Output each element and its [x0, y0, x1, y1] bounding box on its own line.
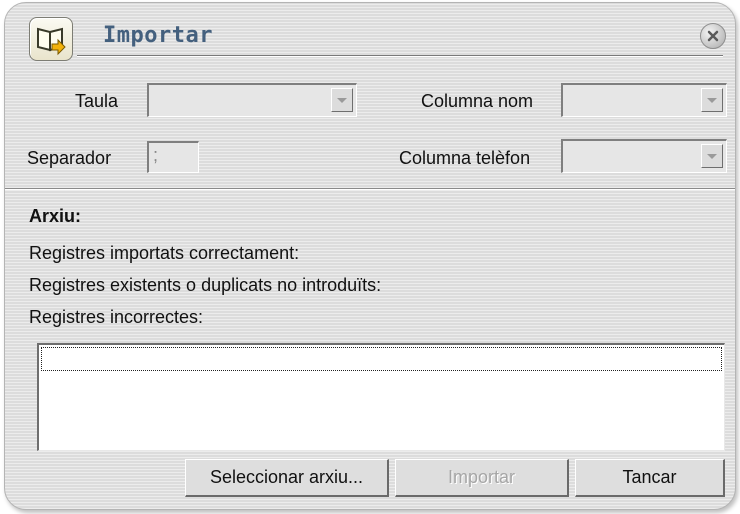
close-button[interactable]: Tancar — [575, 459, 725, 497]
list-item[interactable] — [41, 347, 722, 371]
select-file-button[interactable]: Seleccionar arxiu... — [185, 459, 389, 497]
separador-input[interactable]: ; — [147, 141, 199, 173]
dialog-title: Importar — [103, 23, 213, 48]
columna-nom-select[interactable] — [561, 83, 727, 117]
taula-select[interactable] — [147, 83, 357, 117]
columna-nom-label: Columna nom — [421, 91, 534, 111]
separador-label: Separador — [27, 148, 112, 168]
import-book-icon — [29, 17, 73, 61]
chevron-down-icon[interactable] — [701, 144, 723, 168]
arxiu-label: Arxiu: — [29, 206, 82, 226]
correct-records-label: Registres importats correctament: — [29, 243, 300, 263]
incorrect-records-label: Registres incorrectes: — [29, 307, 204, 327]
chevron-down-icon[interactable] — [331, 88, 353, 112]
import-button[interactable]: Importar — [395, 459, 569, 497]
close-icon[interactable] — [700, 23, 726, 49]
chevron-down-icon[interactable] — [701, 88, 723, 112]
columna-telefon-label: Columna telèfon — [399, 148, 531, 168]
title-bar: Importar — [5, 3, 735, 61]
taula-label: Taula — [75, 91, 119, 111]
import-dialog: Importar Taula Columna nom Separador ; C… — [4, 2, 736, 510]
duplicate-records-label: Registres existents o duplicats no intro… — [29, 275, 382, 295]
records-listbox[interactable] — [37, 343, 725, 451]
columna-telefon-select[interactable] — [561, 139, 727, 173]
title-underline — [77, 55, 723, 57]
section-divider — [5, 188, 735, 190]
